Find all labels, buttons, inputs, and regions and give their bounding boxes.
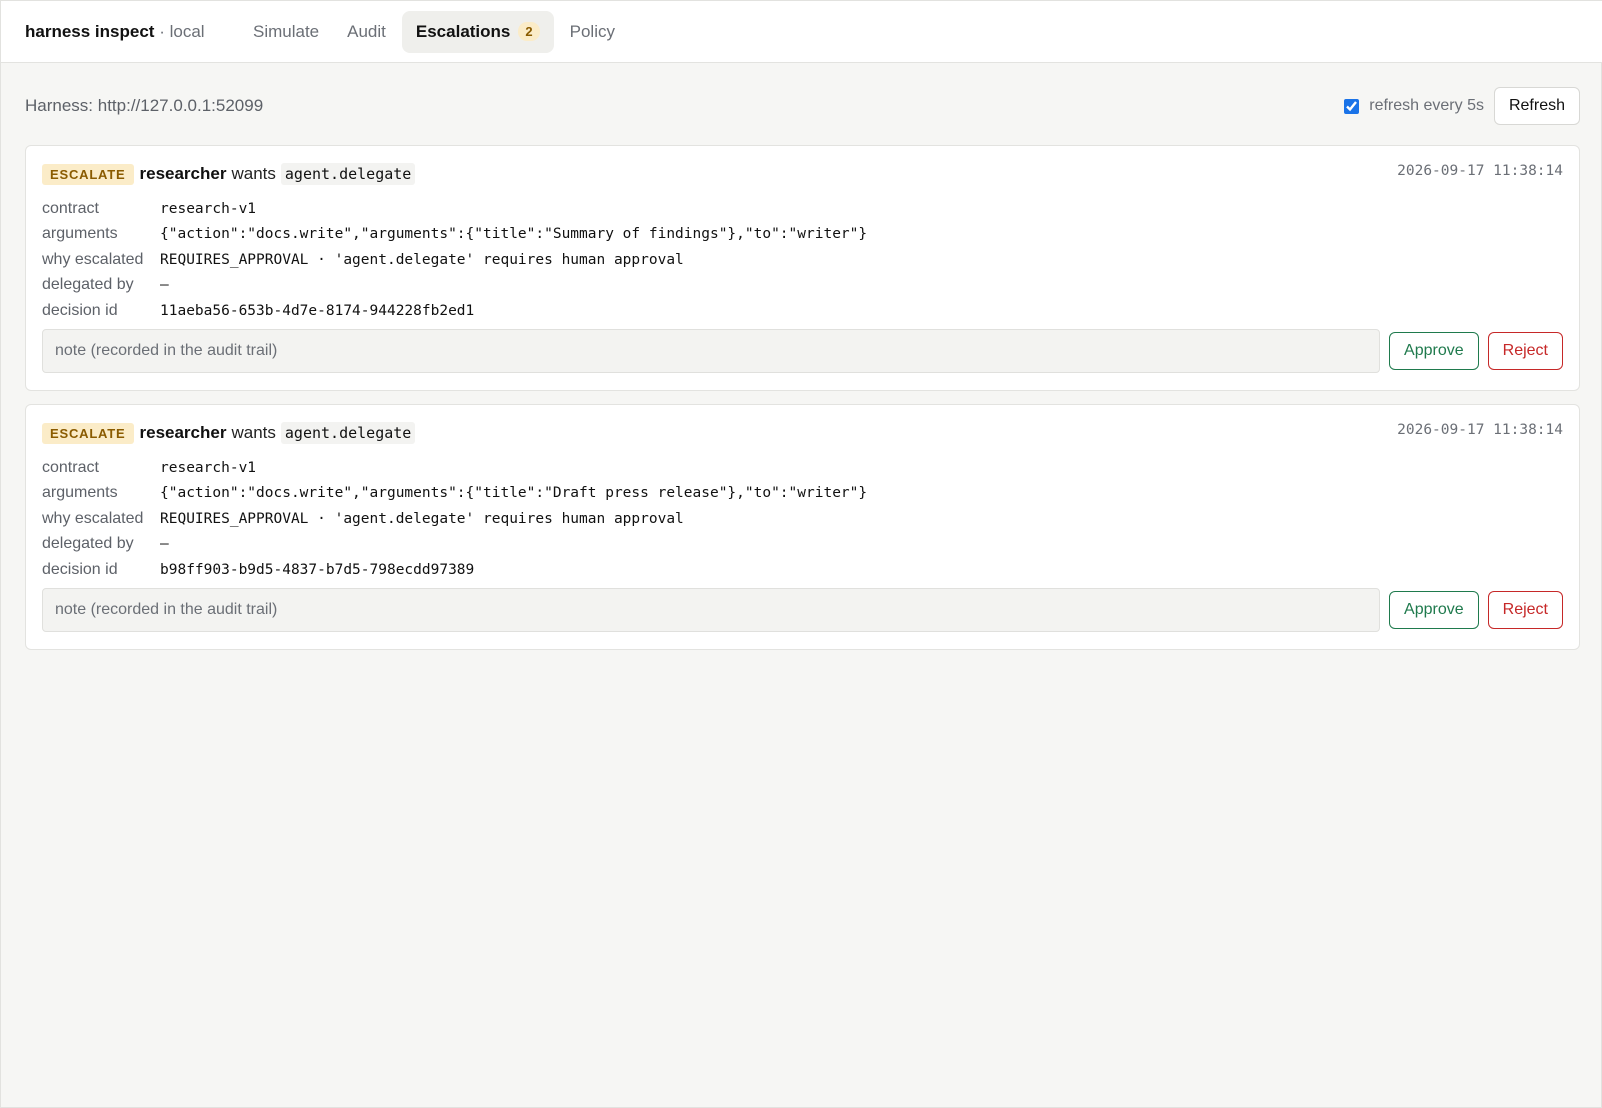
brand: harness inspect · local [25,22,239,42]
environment-label: local [169,21,205,41]
verdict-badge: ESCALATE [42,422,134,444]
auto-refresh-label: refresh every 5s [1369,97,1484,114]
escalation-card: ESCALATE researcher wants agent.delegate… [25,404,1580,650]
app-name: harness inspect [25,21,155,41]
wants-text: wants [231,164,276,183]
tab-escalations[interactable]: Escalations 2 [401,10,554,53]
arguments-value: {"action":"docs.write","arguments":{"tit… [160,226,868,243]
escalation-details: contract research-v1 arguments {"action"… [42,196,1563,324]
tab-label: Policy [569,21,615,41]
note-input[interactable] [42,329,1381,373]
field-label: arguments [42,225,118,243]
delegated-by-value: — [160,536,169,553]
auto-refresh-toggle[interactable]: refresh every 5s [1344,97,1484,115]
field-label: why escalated [42,509,144,527]
harness-url: Harness: http://127.0.0.1:52099 [25,96,264,115]
brand-separator: · [159,21,165,41]
field-label: contract [42,199,99,217]
field-arguments: arguments {"action":"docs.write","argume… [42,481,1563,507]
why-escalated-value: REQUIRES_APPROVAL · 'agent.delegate' req… [160,510,684,527]
delegated-by-value: — [160,277,169,294]
reject-button[interactable]: Reject [1487,332,1563,370]
field-label: why escalated [42,250,144,268]
tab-bar: Simulate Audit Escalations 2 Policy [239,10,629,53]
escalation-count-badge: 2 [518,22,540,41]
escalation-header: ESCALATE researcher wants agent.delegate [42,421,1563,445]
field-label: arguments [42,484,118,502]
field-contract: contract research-v1 [42,196,1563,222]
refresh-button[interactable]: Refresh [1493,87,1580,125]
arguments-value: {"action":"docs.write","arguments":{"tit… [160,485,868,502]
escalation-details: contract research-v1 arguments {"action"… [42,455,1563,583]
contract-value: research-v1 [160,459,257,476]
contract-value: research-v1 [160,200,257,217]
tab-label: Audit [347,21,386,41]
tab-simulate[interactable]: Simulate [239,11,333,53]
field-label: delegated by [42,276,134,294]
agent-name: researcher [139,164,227,183]
field-decision-id: decision id b98ff903-b9d5-4837-b7d5-798e… [42,557,1563,583]
toolbar: Harness: http://127.0.0.1:52099 refresh … [25,87,1580,125]
agent-name: researcher [139,423,227,442]
tab-label: Escalations [415,21,511,41]
wants-text: wants [231,423,276,442]
field-arguments: arguments {"action":"docs.write","argume… [42,222,1563,248]
field-label: decision id [42,301,118,319]
field-label: delegated by [42,535,134,553]
reject-button[interactable]: Reject [1487,591,1563,629]
field-decision-id: decision id 11aeba56-653b-4d7e-8174-9442… [42,298,1563,324]
auto-refresh-checkbox[interactable] [1344,98,1360,114]
escalation-card: ESCALATE researcher wants agent.delegate… [25,145,1580,391]
decision-actions: Approve Reject [42,588,1563,632]
escalation-timestamp: 2026-09-17 11:38:14 [1397,422,1563,438]
note-input[interactable] [42,588,1381,632]
verdict-badge: ESCALATE [42,163,134,185]
field-contract: contract research-v1 [42,455,1563,481]
top-nav: harness inspect · local Simulate Audit E… [1,1,1602,63]
escalation-header: ESCALATE researcher wants agent.delegate [42,162,1563,186]
decision-id-value: b98ff903-b9d5-4837-b7d5-798ecdd97389 [160,561,475,578]
field-why-escalated: why escalated REQUIRES_APPROVAL · 'agent… [42,247,1563,273]
field-why-escalated: why escalated REQUIRES_APPROVAL · 'agent… [42,506,1563,532]
decision-id-value: 11aeba56-653b-4d7e-8174-944228fb2ed1 [160,302,475,319]
approve-button[interactable]: Approve [1389,332,1479,370]
toolbar-actions: refresh every 5s Refresh [1344,87,1580,125]
field-label: contract [42,458,99,476]
field-label: decision id [42,560,118,578]
decision-actions: Approve Reject [42,329,1563,373]
tab-label: Simulate [253,21,320,41]
escalation-timestamp: 2026-09-17 11:38:14 [1397,163,1563,179]
tab-audit[interactable]: Audit [333,11,400,53]
approve-button[interactable]: Approve [1389,591,1479,629]
why-escalated-value: REQUIRES_APPROVAL · 'agent.delegate' req… [160,251,684,268]
tab-policy[interactable]: Policy [556,11,629,53]
tool-name: agent.delegate [280,422,416,444]
escalation-list: ESCALATE researcher wants agent.delegate… [25,145,1580,663]
tool-name: agent.delegate [280,163,416,185]
app-window: harness inspect · local Simulate Audit E… [0,0,1602,1108]
field-delegated-by: delegated by — [42,532,1563,558]
field-delegated-by: delegated by — [42,273,1563,299]
